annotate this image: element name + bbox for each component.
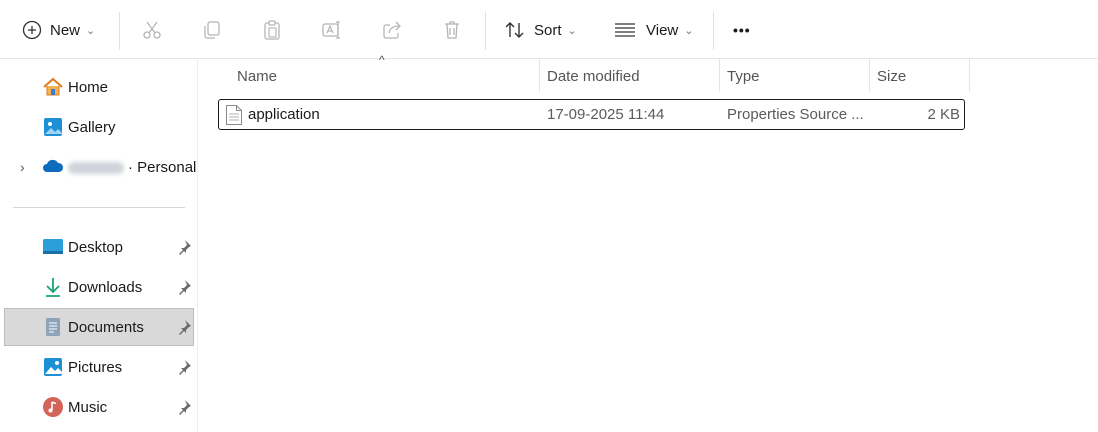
copy-icon[interactable] — [201, 19, 223, 41]
pictures-icon — [42, 356, 64, 378]
delete-icon[interactable] — [441, 19, 463, 41]
file-type: Properties Source ... — [727, 106, 864, 123]
sidebar-item-onedrive[interactable]: › · Personal — [4, 148, 196, 186]
file-list-pane: ^ Name Date modified Type Size applicati… — [199, 53, 1098, 432]
column-header-size[interactable]: Size — [877, 59, 906, 93]
gallery-icon — [42, 116, 64, 138]
sidebar-item-label: Pictures — [68, 358, 123, 376]
column-separator[interactable] — [969, 59, 970, 92]
chevron-down-icon: ⌄ — [567, 24, 577, 37]
redacted-account-name — [68, 161, 124, 174]
toolbar-divider — [119, 12, 120, 50]
file-icon — [225, 104, 243, 126]
sidebar-item-label: Music — [68, 398, 108, 416]
sidebar-item-downloads[interactable]: Downloads — [4, 268, 194, 306]
toolbar-divider — [713, 12, 714, 50]
column-header-name[interactable]: Name — [237, 59, 277, 93]
share-icon[interactable] — [381, 19, 403, 41]
new-button-label: New — [50, 21, 81, 39]
column-header-date-modified[interactable]: Date modified — [547, 59, 640, 93]
view-lines-icon — [614, 22, 636, 38]
music-icon — [42, 396, 64, 418]
sidebar-item-label: Desktop — [68, 238, 124, 256]
cut-icon[interactable] — [141, 19, 163, 41]
pin-icon — [176, 319, 192, 335]
download-icon — [42, 276, 64, 298]
column-separator[interactable] — [539, 59, 540, 92]
documents-icon — [42, 316, 64, 338]
sort-button-label: Sort — [534, 21, 562, 39]
toolbar-divider — [485, 12, 486, 50]
rename-icon[interactable] — [321, 19, 343, 41]
column-header-type[interactable]: Type — [727, 59, 760, 93]
column-separator[interactable] — [719, 59, 720, 92]
sidebar-item-documents[interactable]: Documents — [4, 308, 194, 346]
file-size: 2 KB — [927, 106, 960, 123]
sort-icon — [504, 20, 526, 40]
view-button[interactable]: View ⌄ — [614, 12, 693, 48]
new-button[interactable]: New ⌄ — [22, 12, 95, 48]
column-separator[interactable] — [869, 59, 870, 92]
pin-icon — [176, 279, 192, 295]
plus-circle-icon — [22, 20, 42, 40]
pin-icon — [176, 359, 192, 375]
pin-icon — [176, 239, 192, 255]
desktop-icon — [42, 236, 64, 258]
more-options-button[interactable]: ••• — [733, 12, 751, 48]
sidebar-item-gallery[interactable]: Gallery — [4, 108, 194, 146]
navigation-pane: Home Gallery › · Personal Desktop Downlo… — [0, 59, 198, 432]
more-options-icon: ••• — [733, 22, 751, 38]
chevron-right-icon[interactable]: › — [20, 159, 25, 175]
sidebar-item-label: Home — [68, 78, 109, 96]
paste-icon[interactable] — [261, 19, 283, 41]
sidebar-item-desktop[interactable]: Desktop — [4, 228, 194, 266]
sidebar-item-label: · Personal — [68, 159, 196, 176]
sidebar-item-music[interactable]: Music — [4, 388, 194, 426]
cloud-icon — [42, 156, 64, 178]
sidebar-item-label: Downloads — [68, 278, 143, 296]
sidebar-item-home[interactable]: Home — [4, 68, 194, 106]
home-icon — [42, 76, 64, 98]
chevron-down-icon: ⌄ — [86, 24, 96, 37]
file-date-modified: 17-09-2025 11:44 — [547, 106, 665, 123]
sort-button[interactable]: Sort ⌄ — [504, 12, 577, 48]
sidebar-divider — [13, 207, 185, 208]
chevron-down-icon: ⌄ — [684, 24, 694, 37]
sidebar-item-label: Gallery — [68, 118, 116, 136]
table-row[interactable]: application 17-09-2025 11:44 Properties … — [218, 99, 965, 130]
sidebar-item-pictures[interactable]: Pictures — [4, 348, 194, 386]
sidebar-item-label: Documents — [68, 318, 144, 336]
view-button-label: View — [646, 21, 679, 39]
sort-ascending-icon: ^ — [379, 53, 385, 67]
command-bar: New ⌄ Sort ⌄ View ⌄ ••• — [0, 0, 1098, 59]
file-name: application — [248, 106, 320, 123]
pin-icon — [176, 399, 192, 415]
